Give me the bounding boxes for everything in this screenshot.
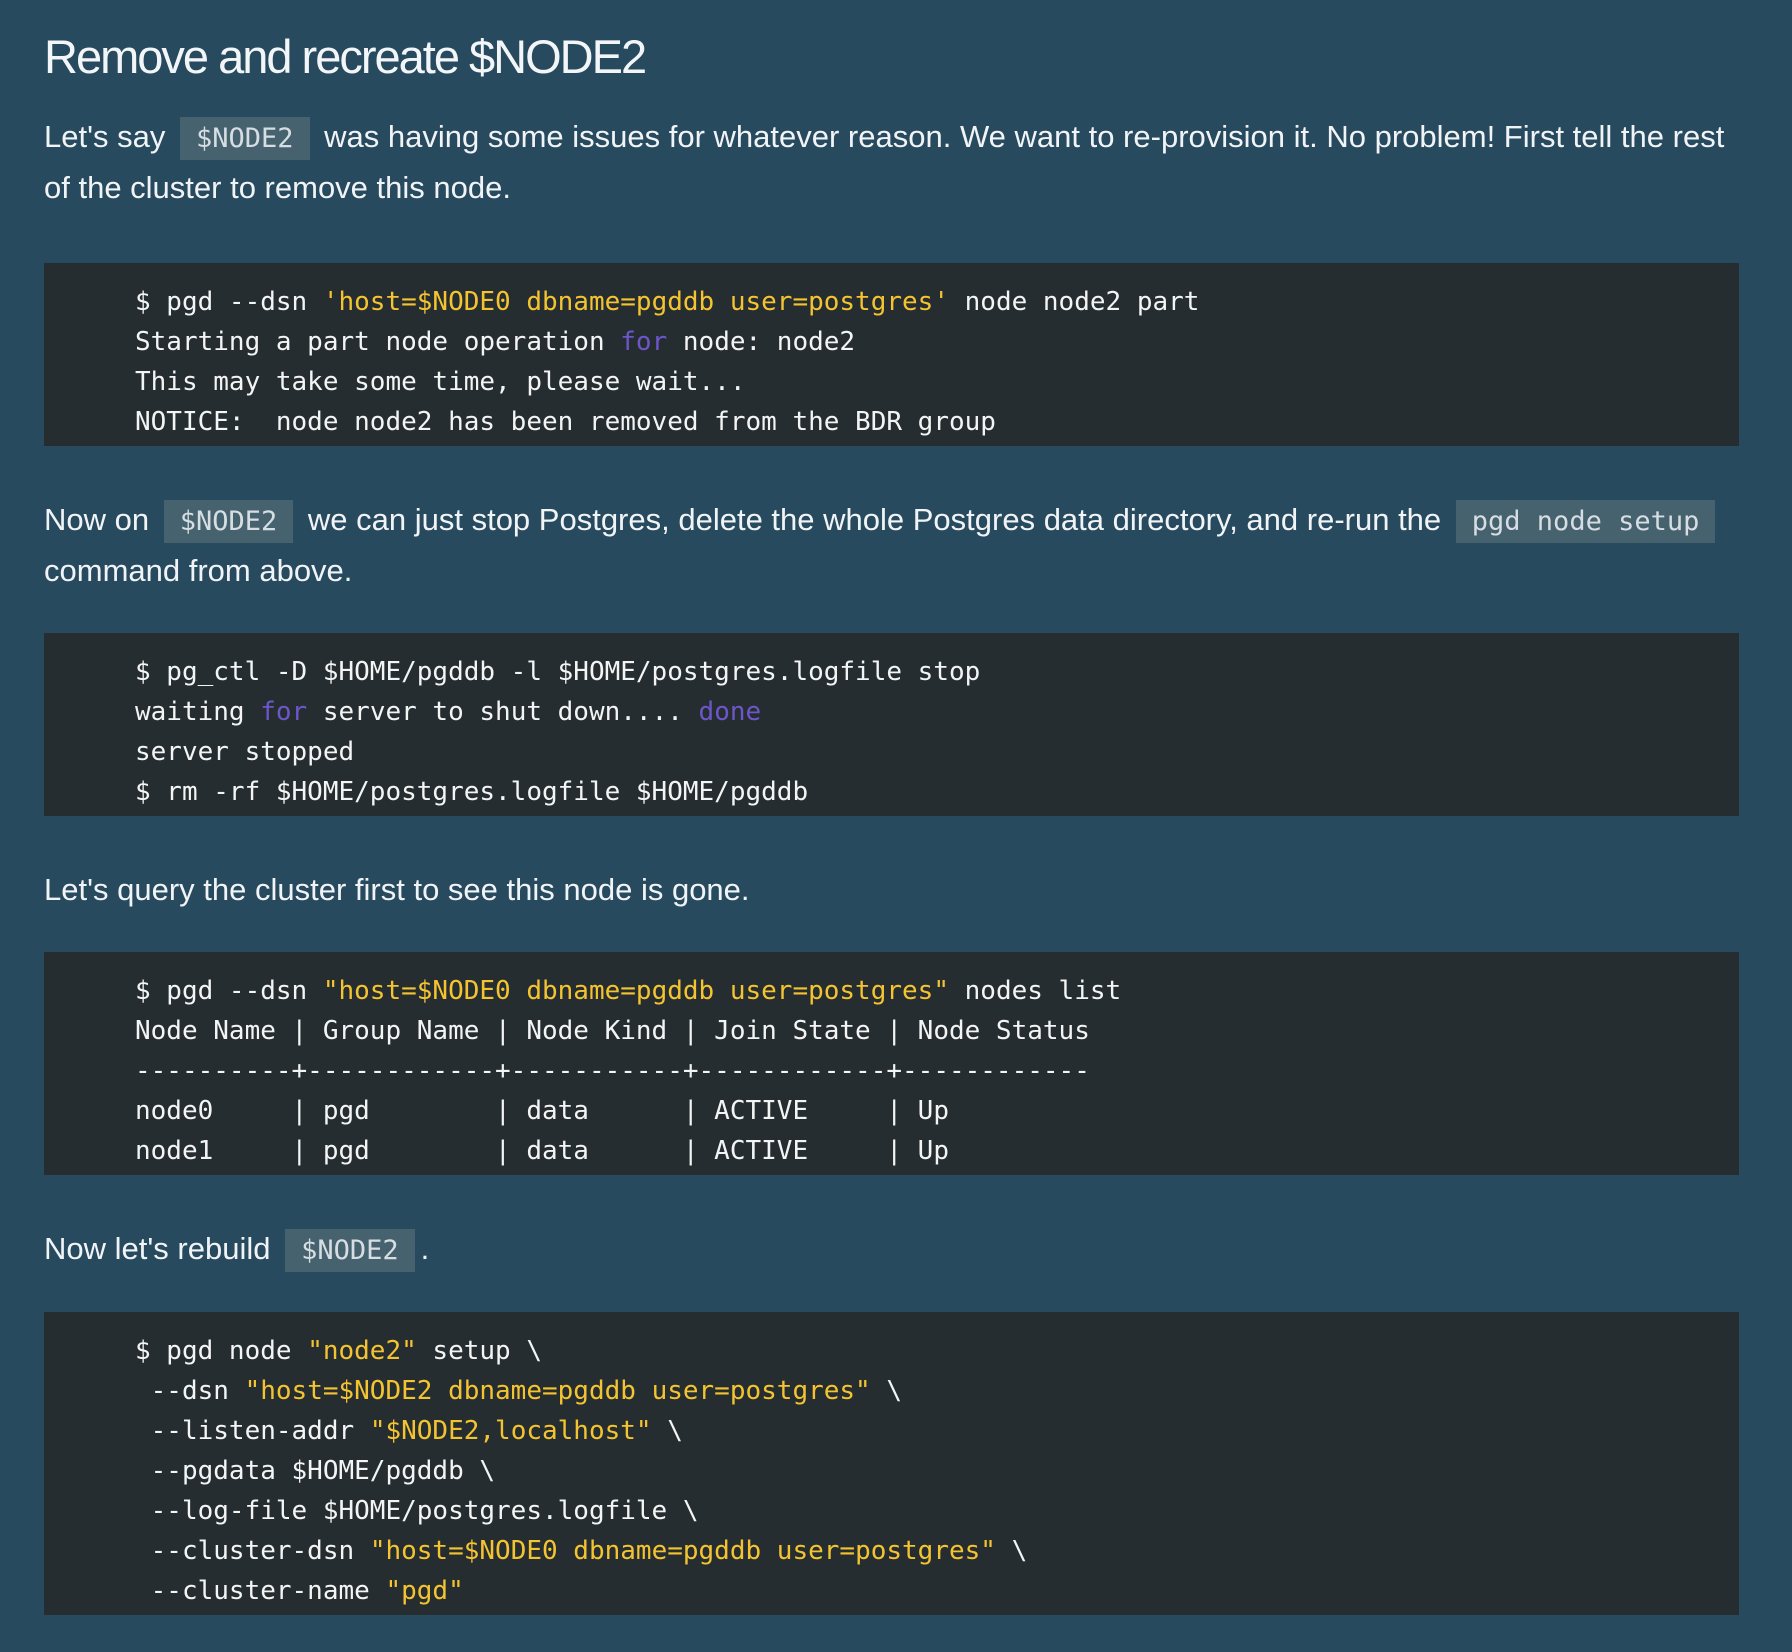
- intro-paragraph: Let's say $NODE2 was having some issues …: [44, 112, 1744, 212]
- code-text: --log-file $HOME/postgres.logfile \: [135, 1496, 699, 1526]
- code-text: node0 | pgd | data | ACTIVE | Up: [135, 1096, 949, 1126]
- code-text: --listen-addr: [135, 1416, 370, 1446]
- code-line: waiting for server to shut down.... done: [135, 692, 1739, 732]
- code-line: This may take some time, please wait...: [135, 362, 1739, 402]
- code-text: Starting a part node operation: [135, 327, 621, 357]
- code-line: $ pgd --dsn "host=$NODE0 dbname=pgddb us…: [135, 971, 1739, 1011]
- code-line: --listen-addr "$NODE2,localhost" \: [135, 1411, 1739, 1451]
- code-keyword: for: [260, 697, 308, 727]
- code-block-node-part[interactable]: $ pgd --dsn 'host=$NODE0 dbname=pgddb us…: [44, 263, 1739, 446]
- code-text: $ rm -rf $HOME/postgres.logfile $HOME/pg…: [135, 777, 809, 807]
- code-string: "host=$NODE0 dbname=pgddb user=postgres": [369, 1536, 996, 1566]
- code-text: --cluster-name: [135, 1576, 386, 1606]
- code-text: nodes list: [948, 976, 1122, 1006]
- code-text: waiting: [135, 697, 261, 727]
- code-line: server stopped: [135, 732, 1739, 772]
- code-text: Node Name | Group Name | Node Kind | Joi…: [135, 1016, 1090, 1046]
- code-string: "$NODE2,localhost": [369, 1416, 652, 1446]
- code-text: node node2 part: [948, 287, 1200, 317]
- code-line: node1 | pgd | data | ACTIVE | Up: [135, 1131, 1739, 1171]
- code-text: node1 | pgd | data | ACTIVE | Up: [135, 1136, 949, 1166]
- stop-text-end: command from above.: [44, 553, 353, 588]
- code-line: --cluster-dsn "host=$NODE0 dbname=pgddb …: [135, 1531, 1739, 1571]
- stop-postgres-paragraph: Now on $NODE2 we can just stop Postgres,…: [44, 495, 1744, 595]
- code-line: $ rm -rf $HOME/postgres.logfile $HOME/pg…: [135, 772, 1739, 812]
- code-line: NOTICE: node node2 has been removed from…: [135, 402, 1739, 442]
- stop-text-middle: we can just stop Postgres, delete the wh…: [299, 502, 1450, 537]
- code-text: This may take some time, please wait...: [135, 367, 746, 397]
- code-text: server to shut down....: [307, 697, 699, 727]
- code-text: --cluster-dsn: [135, 1536, 370, 1566]
- rebuild-paragraph: Now let's rebuild $NODE2.: [44, 1224, 1744, 1275]
- code-line: Node Name | Group Name | Node Kind | Joi…: [135, 1011, 1739, 1051]
- code-text: $ pgd node: [135, 1336, 308, 1366]
- code-block-node-setup[interactable]: $ pgd node "node2" setup \ --dsn "host=$…: [44, 1312, 1739, 1615]
- code-string: "pgd": [385, 1576, 464, 1606]
- code-text: --pgdata $HOME/pgddb \: [135, 1456, 496, 1486]
- code-keyword: done: [698, 697, 762, 727]
- section-heading: Remove and recreate $NODE2: [44, 30, 647, 83]
- code-text: ----------+------------+-----------+----…: [135, 1056, 1090, 1086]
- code-text: $ pgd --dsn: [135, 976, 323, 1006]
- code-line: $ pgd node "node2" setup \: [135, 1331, 1739, 1371]
- code-text: node: node2: [667, 327, 856, 357]
- code-line: $ pg_ctl -D $HOME/pgddb -l $HOME/postgre…: [135, 652, 1739, 692]
- inline-code-node2: $NODE2: [285, 1229, 415, 1272]
- code-text: \: [870, 1376, 903, 1406]
- code-block-pg-ctl-stop[interactable]: $ pg_ctl -D $HOME/pgddb -l $HOME/postgre…: [44, 633, 1739, 816]
- code-string: "host=$NODE0 dbname=pgddb user=postgres": [322, 976, 949, 1006]
- code-line: $ pgd --dsn 'host=$NODE0 dbname=pgddb us…: [135, 282, 1739, 322]
- code-line: --pgdata $HOME/pgddb \: [135, 1451, 1739, 1491]
- code-text: \: [651, 1416, 683, 1446]
- code-line: --dsn "host=$NODE2 dbname=pgddb user=pos…: [135, 1371, 1739, 1411]
- code-line: --log-file $HOME/postgres.logfile \: [135, 1491, 1739, 1531]
- inline-code-node2: $NODE2: [179, 117, 310, 160]
- code-line: --cluster-name "pgd": [135, 1571, 1739, 1611]
- code-line: Starting a part node operation for node:…: [135, 322, 1739, 362]
- code-line: ----------+------------+-----------+----…: [135, 1051, 1739, 1091]
- rebuild-text-start: Now let's rebuild: [44, 1231, 280, 1266]
- code-block-nodes-list[interactable]: $ pgd --dsn "host=$NODE0 dbname=pgddb us…: [44, 952, 1739, 1175]
- code-text: setup \: [416, 1336, 542, 1366]
- code-string: "host=$NODE2 dbname=pgddb user=postgres": [244, 1376, 871, 1406]
- code-text: NOTICE: node node2 has been removed from…: [135, 407, 996, 437]
- intro-text-start: Let's say: [44, 119, 174, 154]
- code-string: "node2": [307, 1336, 417, 1366]
- stop-text-start: Now on: [44, 502, 158, 537]
- code-text: server stopped: [135, 737, 355, 767]
- rebuild-text-end: .: [420, 1231, 430, 1266]
- inline-code-pgd-node-setup: pgd node setup: [1455, 500, 1716, 543]
- code-string: 'host=$NODE0 dbname=pgddb user=postgres': [322, 287, 949, 317]
- code-text: \: [995, 1536, 1028, 1566]
- code-text: $ pgd --dsn: [135, 287, 323, 317]
- query-paragraph: Let's query the cluster first to see thi…: [44, 872, 750, 907]
- code-keyword: for: [620, 327, 668, 357]
- code-line: node0 | pgd | data | ACTIVE | Up: [135, 1091, 1739, 1131]
- inline-code-node2: $NODE2: [163, 500, 294, 543]
- code-text: $ pg_ctl -D $HOME/pgddb -l $HOME/postgre…: [135, 657, 981, 687]
- code-text: --dsn: [135, 1376, 245, 1406]
- docs-page: Remove and recreate $NODE2 Let's say $NO…: [0, 0, 1792, 1652]
